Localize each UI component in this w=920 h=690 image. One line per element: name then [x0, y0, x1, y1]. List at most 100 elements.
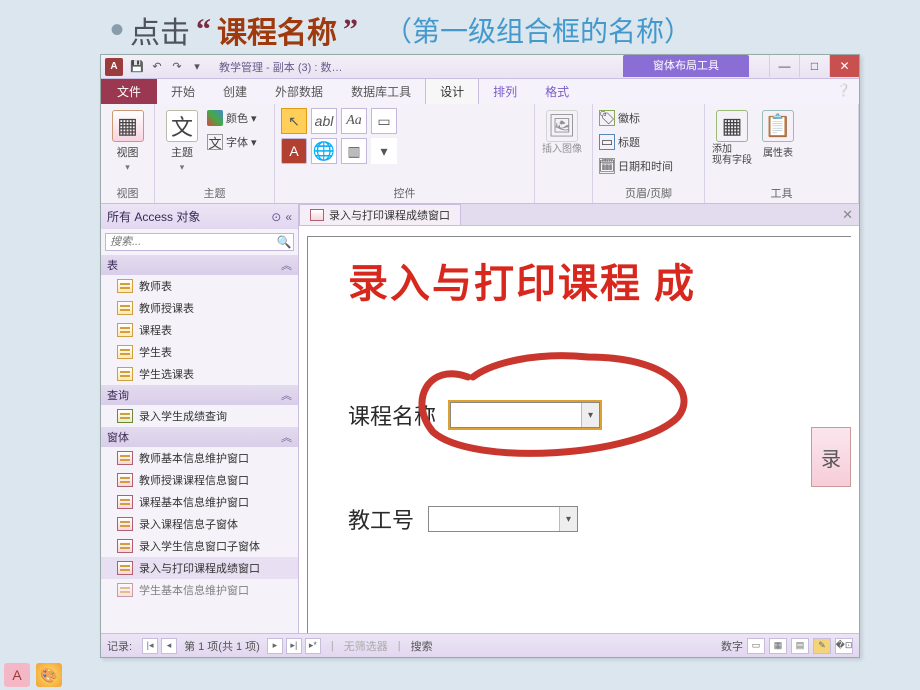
theme-font-button[interactable]: 文字体▾ [207, 132, 257, 152]
combo-tool-icon[interactable]: ▥ [341, 138, 367, 164]
nav-form-item[interactable]: 教师授课课程信息窗口 [101, 469, 298, 491]
theme-icon: 文 [166, 110, 198, 142]
theme-button[interactable]: 文 主题 ▾ [161, 108, 203, 173]
nav-form-item[interactable]: 录入与打印课程成绩窗口 [101, 557, 298, 579]
dropdown-icon[interactable]: ▾ [559, 507, 577, 531]
tab-create[interactable]: 创建 [209, 79, 261, 104]
side-button[interactable]: 录 [811, 427, 851, 487]
property-sheet-label: 属性表 [763, 144, 793, 159]
nav-dropdown-icon[interactable]: ⊙ [271, 210, 281, 224]
taskbar-access-icon[interactable]: A [4, 663, 30, 687]
course-name-combobox[interactable]: ▾ [450, 402, 600, 428]
datetime-button[interactable]: 🗓日期和时间 [599, 156, 673, 176]
tab-format[interactable]: 格式 [531, 79, 583, 104]
title-button[interactable]: ▭标题 [599, 132, 673, 152]
document-close-icon[interactable]: ✕ [842, 207, 853, 223]
record-prev-button[interactable]: ◂ [161, 638, 177, 654]
select-tool-icon[interactable]: ↖ [281, 108, 307, 134]
label-tool-icon[interactable]: Aa [341, 108, 367, 134]
group-label-view: 视图 [101, 185, 154, 201]
form-icon [117, 561, 133, 575]
add-field-icon: ▦ [716, 110, 748, 142]
tab-home[interactable]: 开始 [157, 79, 209, 104]
search-icon[interactable]: 🔍 [275, 234, 293, 250]
rect-tool-icon[interactable]: ▭ [371, 108, 397, 134]
qat-more-icon[interactable]: ▾ [187, 57, 207, 77]
contextual-tab-title: 窗体布局工具 [623, 55, 749, 77]
qat-save-icon[interactable]: 💾 [127, 57, 147, 77]
document-tab[interactable]: 录入与打印课程成绩窗口 [299, 204, 461, 225]
tab-database-tools[interactable]: 数据库工具 [337, 79, 425, 104]
theme-color-button[interactable]: 颜色▾ [207, 108, 257, 128]
tab-external-data[interactable]: 外部数据 [261, 79, 337, 104]
group-label-tools: 工具 [705, 185, 858, 201]
insert-image-button[interactable]: 🖼 插入图像 [541, 108, 583, 155]
form-icon [117, 539, 133, 553]
hyperlink-tool-icon[interactable]: 🌐 [311, 138, 337, 164]
work-area: 所有 Access 对象 ⊙« 🔍 表︽ 教师表 教师授课表 课程表 学生表 学… [101, 204, 859, 633]
nav-form-item[interactable]: 学生基本信息维护窗口 [101, 579, 298, 601]
field-label-staff-id: 教工号 [348, 503, 414, 535]
add-field-button[interactable]: ▦ 添加 现有字段 [711, 108, 753, 166]
taskbar-hint: A 🎨 [0, 660, 920, 690]
textbox-tool-icon[interactable]: abl [311, 108, 337, 134]
logo-button[interactable]: 🏷徽标 [599, 108, 673, 128]
taskbar-paint-icon[interactable]: 🎨 [36, 663, 62, 687]
tab-design[interactable]: 设计 [425, 78, 479, 104]
nav-category-queries[interactable]: 查询︽ [101, 385, 298, 405]
tab-file[interactable]: 文件 [101, 79, 157, 104]
logo-tool-icon[interactable]: A [281, 138, 307, 164]
nav-table-item[interactable]: 教师授课表 [101, 297, 298, 319]
ribbon-group-view: ▦ 视图 ▾ 视图 [101, 104, 155, 203]
nav-table-item[interactable]: 课程表 [101, 319, 298, 341]
record-new-button[interactable]: ▸* [305, 638, 321, 654]
form-icon [117, 517, 133, 531]
nav-form-item[interactable]: 教师基本信息维护窗口 [101, 447, 298, 469]
theme-substack: 颜色▾ 文字体▾ [207, 108, 257, 152]
app-icon[interactable]: A [105, 58, 123, 76]
nav-form-item[interactable]: 录入课程信息子窗体 [101, 513, 298, 535]
staff-id-combobox[interactable]: ▾ [428, 506, 578, 532]
form-surface[interactable]: 录入与打印课程 成 课程名称 ▾ 教工号 ▾ 录 [299, 226, 859, 633]
record-last-button[interactable]: ▸| [286, 638, 302, 654]
maximize-button[interactable]: □ [799, 55, 829, 77]
view-form-button[interactable]: ▭ [747, 638, 765, 654]
view-design-button[interactable]: ✎ [813, 638, 831, 654]
nav-category-tables[interactable]: 表︽ [101, 255, 298, 275]
theme-label: 主题 [171, 144, 193, 160]
nav-form-item[interactable]: 课程基本信息维护窗口 [101, 491, 298, 513]
nav-table-item[interactable]: 学生选课表 [101, 363, 298, 385]
nav-table-item[interactable]: 教师表 [101, 275, 298, 297]
nav-search[interactable]: 🔍 [105, 233, 294, 251]
record-next-button[interactable]: ▸ [267, 638, 283, 654]
record-first-button[interactable]: |◂ [142, 638, 158, 654]
minimize-button[interactable]: — [769, 55, 799, 77]
view-more-button[interactable]: �⊡ [835, 638, 853, 654]
view-datasheet-button[interactable]: ▦ [769, 638, 787, 654]
add-field-label: 添加 现有字段 [712, 144, 752, 166]
qat-redo-icon[interactable]: ↷ [167, 57, 187, 77]
search-input[interactable] [106, 234, 275, 250]
view-button[interactable]: ▦ 视图 ▾ [107, 108, 148, 173]
window-title: 教学管理 - 副本 (3) : 数… [219, 59, 342, 75]
help-icon[interactable]: ❔ [836, 83, 851, 97]
group-label-headerfooter: 页眉/页脚 [593, 185, 704, 201]
close-button[interactable]: ✕ [829, 55, 859, 77]
status-search-label[interactable]: 搜索 [411, 638, 433, 654]
nav-table-item[interactable]: 学生表 [101, 341, 298, 363]
property-sheet-button[interactable]: 📋 属性表 [757, 108, 799, 159]
nav-header[interactable]: 所有 Access 对象 ⊙« [101, 204, 298, 229]
tab-arrange[interactable]: 排列 [479, 79, 531, 104]
qat-undo-icon[interactable]: ↶ [147, 57, 167, 77]
filter-status: 无筛选器 [344, 638, 388, 654]
nav-query-item[interactable]: 录入学生成绩查询 [101, 405, 298, 427]
view-layout-button[interactable]: ▤ [791, 638, 809, 654]
ribbon: ▦ 视图 ▾ 视图 文 主题 ▾ 颜色▾ 文字体▾ 主题 [101, 104, 859, 204]
controls-more-icon[interactable]: ▾ [371, 138, 397, 164]
navigation-pane: 所有 Access 对象 ⊙« 🔍 表︽ 教师表 教师授课表 课程表 学生表 学… [101, 204, 299, 633]
nav-category-forms[interactable]: 窗体︽ [101, 427, 298, 447]
dropdown-icon[interactable]: ▾ [581, 403, 599, 427]
nav-collapse-icon[interactable]: « [285, 210, 292, 224]
nav-form-item[interactable]: 录入学生信息窗口子窗体 [101, 535, 298, 557]
form-icon [117, 473, 133, 487]
